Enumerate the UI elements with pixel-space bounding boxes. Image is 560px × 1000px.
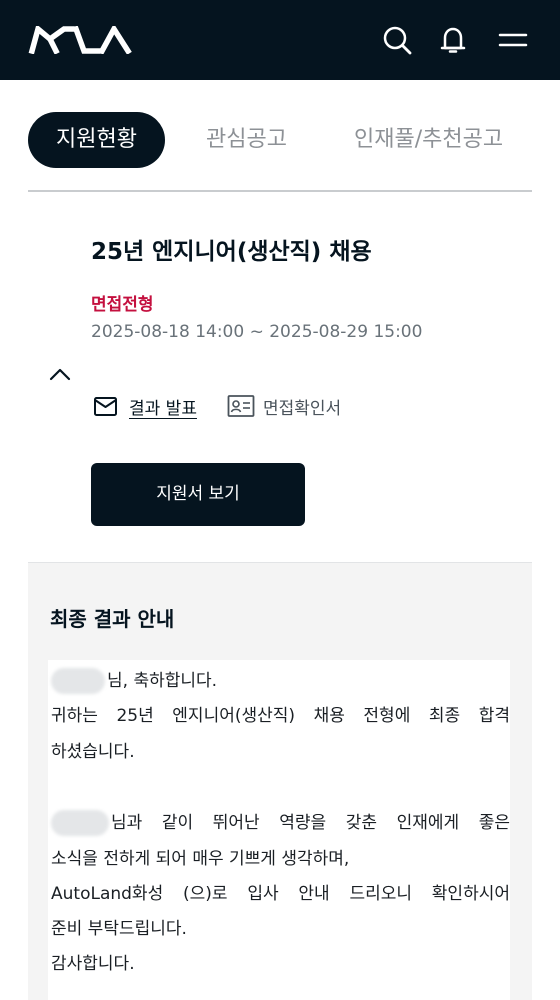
result-announcement-link[interactable]: 결과 발표 bbox=[93, 392, 197, 420]
result-message: 님, 축하합니다. 귀하는 25년 엔지니어(생산직) 채용 전형에 최종 합격 하셨습니다… bbox=[48, 660, 510, 1000]
envelope-icon bbox=[94, 397, 117, 416]
result-announcement-label: 결과 발표 bbox=[129, 398, 197, 419]
bell-icon[interactable] bbox=[437, 24, 469, 56]
job-title: 25년 엔지니어(생산직) 채용 bbox=[91, 239, 372, 265]
redacted-name bbox=[51, 810, 109, 836]
message-line-6: AutoLand화성 (으)로 입사 안내 드리오니 확인하시어 bbox=[51, 884, 510, 904]
message-line-8: 감사합니다. bbox=[51, 954, 135, 974]
kia-logo[interactable] bbox=[28, 26, 134, 54]
message-line-2: 귀하는 25년 엔지니어(생산직) 채용 전형에 최종 합격 bbox=[51, 706, 510, 726]
final-result-heading: 최종 결과 안내 bbox=[50, 607, 175, 631]
tab-interested-postings[interactable]: 관심공고 bbox=[206, 112, 287, 168]
tab-application-status[interactable]: 지원현황 bbox=[28, 112, 165, 168]
message-line-1: 님, 축하합니다. bbox=[51, 666, 217, 694]
menu-icon[interactable] bbox=[497, 24, 529, 56]
application-stage: 면접전형 bbox=[91, 295, 154, 315]
tab-bar: 지원현황 관심공고 인재풀/추천공고 bbox=[28, 112, 532, 192]
message-line-5: 소식을 전하게 되어 매우 기쁘게 생각하며, bbox=[51, 849, 350, 869]
message-line-3: 하셨습니다. bbox=[51, 742, 135, 762]
message-line-4: 님과 같이 뛰어난 역량을 갖춘 인재에게 좋은 bbox=[51, 808, 510, 836]
tab-talent-pool[interactable]: 인재풀/추천공고 bbox=[354, 112, 503, 168]
interview-confirmation-label: 면접확인서 bbox=[263, 398, 342, 419]
id-card-icon bbox=[227, 395, 255, 417]
interview-confirmation-link[interactable]: 면접확인서 bbox=[227, 392, 341, 420]
application-period: 2025-08-18 14:00 ~ 2025-08-29 15:00 bbox=[91, 322, 423, 342]
redacted-name bbox=[51, 668, 105, 694]
message-line-7: 준비 부탁드립니다. bbox=[51, 919, 187, 939]
chevron-up-icon[interactable] bbox=[48, 366, 72, 382]
final-result-panel: 최종 결과 안내 님, 축하합니다. 귀하는 25년 엔지니어(생산직) 채용 전형에 최… bbox=[28, 562, 532, 1000]
view-application-button[interactable]: 지원서 보기 bbox=[91, 463, 305, 526]
top-bar bbox=[0, 0, 560, 80]
search-icon[interactable] bbox=[381, 24, 413, 56]
